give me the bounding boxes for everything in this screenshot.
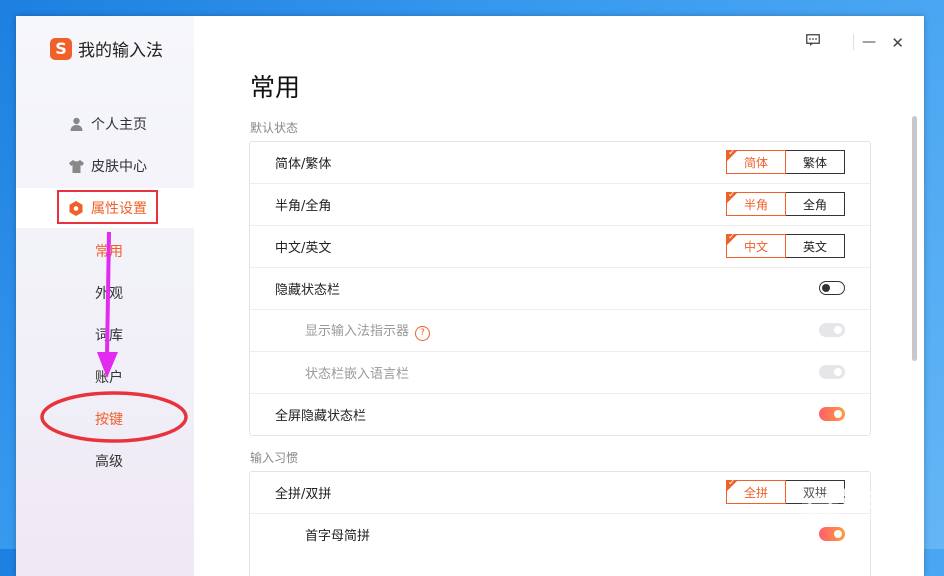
row-chinese-english: 中文/英文 ✓ 中文 英文 (250, 226, 870, 268)
row-label: 状态栏嵌入语言栏 (305, 367, 410, 382)
row-halfwidth-fullwidth: 半角/全角 ✓ 半角 全角 (250, 184, 870, 226)
row-label: 显示输入法指示器? (305, 320, 431, 341)
row-label: 简体/繁体 (275, 157, 332, 172)
row-show-indicator: 显示输入法指示器? (250, 310, 870, 352)
row-label: 全屏隐藏状态栏 (275, 409, 367, 424)
row-label: 首字母简拼 (305, 529, 371, 544)
option-english[interactable]: 英文 (786, 234, 845, 258)
subnav-common[interactable]: 常用 (95, 241, 123, 261)
option-fullwidth[interactable]: 全角 (786, 192, 845, 216)
subnav-account[interactable]: 账户 (95, 367, 123, 387)
option-simplified[interactable]: ✓ 简体 (726, 148, 786, 174)
subnav-dictionary[interactable]: 词库 (95, 325, 123, 345)
fullscreen-hide-toggle[interactable] (819, 407, 845, 421)
option-chinese[interactable]: ✓ 中文 (726, 232, 786, 258)
check-icon: ✓ (728, 478, 736, 488)
initial-abbrev-toggle[interactable] (819, 527, 845, 541)
highlight-box (57, 190, 158, 224)
watermark-name: 路由器 (842, 488, 909, 513)
minimize-button[interactable]: — (862, 34, 876, 50)
row-label: 半角/全角 (275, 199, 332, 214)
sidebar-item-label: 皮肤中心 (91, 159, 147, 175)
segmented-control: ✓ 简体 繁体 (726, 148, 845, 174)
segmented-control: ✓ 中文 英文 (726, 232, 845, 258)
row-quanpin-shuangpin: 全拼/双拼 ✓ 全拼 双拼 (250, 472, 870, 514)
close-button[interactable]: ✕ (891, 34, 904, 52)
sidebar-item-profile[interactable]: 个人主页 (16, 104, 194, 144)
watermark-url: luyouqi.com (842, 512, 898, 522)
option-halfwidth[interactable]: ✓ 半角 (726, 190, 786, 216)
settings-window: S 我的输入法 个人主页 皮肤中心 属性设置 常用 外观 词库 账户 按键 高级 (16, 16, 924, 576)
sidebar: S 我的输入法 个人主页 皮肤中心 属性设置 常用 外观 词库 账户 按键 高级 (16, 16, 194, 576)
message-icon[interactable] (806, 34, 820, 50)
sidebar-item-label: 个人主页 (91, 117, 147, 133)
user-icon (68, 117, 84, 131)
row-fullscreen-hide: 全屏隐藏状态栏 (250, 394, 870, 435)
segmented-control: ✓ 半角 全角 (726, 190, 845, 216)
show-indicator-toggle[interactable] (819, 323, 845, 337)
subnav-advanced[interactable]: 高级 (95, 451, 123, 471)
embed-langbar-toggle[interactable] (819, 365, 845, 379)
row-label: 全拼/双拼 (275, 487, 332, 502)
watermark: 路由器 luyouqi.com (802, 488, 908, 524)
help-icon[interactable]: ? (415, 325, 431, 341)
row-simplified-traditional: 简体/繁体 ✓ 简体 繁体 (250, 142, 870, 184)
row-label: 中文/英文 (275, 241, 332, 256)
check-icon: ✓ (728, 232, 736, 242)
sidebar-item-skins[interactable]: 皮肤中心 (16, 146, 194, 186)
subnav-keys[interactable]: 按键 (95, 409, 123, 429)
page-title: 常用 (250, 73, 301, 102)
scrollbar[interactable] (912, 116, 917, 361)
section-title-default: 默认状态 (250, 121, 299, 135)
row-embed-langbar: 状态栏嵌入语言栏 (250, 352, 870, 394)
app-logo: S 我的输入法 (50, 36, 163, 61)
titlebar-divider (853, 34, 854, 50)
option-quanpin[interactable]: ✓ 全拼 (726, 478, 786, 504)
row-label: 隐藏状态栏 (275, 283, 341, 298)
app-title: 我的输入法 (78, 41, 163, 61)
house-logo-icon (802, 488, 838, 524)
sogou-logo-icon: S (50, 37, 72, 60)
hide-statusbar-toggle[interactable] (819, 281, 845, 295)
check-icon: ✓ (728, 148, 736, 158)
row-hide-statusbar: 隐藏状态栏 (250, 268, 870, 310)
check-icon: ✓ (728, 190, 736, 200)
shirt-icon (68, 159, 84, 173)
subnav-appearance[interactable]: 外观 (95, 283, 123, 303)
input-habits-card: 全拼/双拼 ✓ 全拼 双拼 首字母简拼 (249, 471, 871, 576)
option-traditional[interactable]: 繁体 (786, 150, 845, 174)
default-state-card: 简体/繁体 ✓ 简体 繁体 半角/全角 ✓ 半角 全角 中文/英文 ✓ 中文 英文 (249, 141, 871, 436)
section-title-input: 输入习惯 (250, 451, 299, 465)
